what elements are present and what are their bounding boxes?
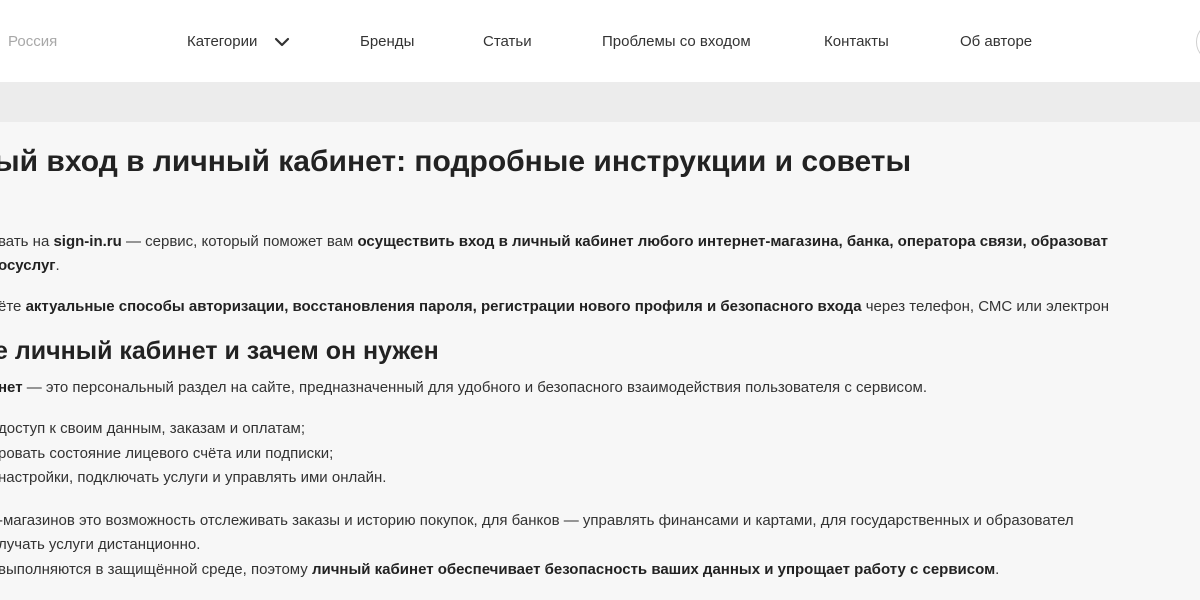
page-title: ый вход в личный кабинет: подробные инст… xyxy=(0,145,912,178)
intro-paragraph-line1: вать на sign-in.ru — сервис, который пом… xyxy=(0,233,1108,250)
text-emphasis: нет xyxy=(0,379,23,396)
text-segment: . xyxy=(55,257,60,274)
nav-categories[interactable]: Категории xyxy=(187,33,257,50)
intro-paragraph-2: ёте актуальные способы авторизации, восс… xyxy=(0,298,1109,315)
site-header: Россия Категории Бренды Статьи Проблемы … xyxy=(0,0,1200,82)
text-segment: ёте xyxy=(0,298,26,315)
text-emphasis: актуальные способы авторизации, восстано… xyxy=(25,298,862,315)
section-heading: е личный кабинет и зачем он нужен xyxy=(0,337,439,365)
security-paragraph: выполняются в защищённой среде, поэтому … xyxy=(0,561,999,578)
text-segment: выполняются в защищённой среде, поэтому xyxy=(0,561,312,578)
text-segment: . xyxy=(995,561,1000,578)
list-item: настройки, подключать услуги и управлять… xyxy=(0,469,387,486)
text-emphasis: личный кабинет обеспечивает безопасность… xyxy=(311,561,996,578)
list-item: доступ к своим данным, заказам и оплатам… xyxy=(0,420,306,437)
text-emphasis: осуслуг xyxy=(0,257,56,274)
nav-contacts[interactable]: Контакты xyxy=(824,33,889,50)
nav-about-author[interactable]: Об авторе xyxy=(960,33,1032,50)
nav-articles[interactable]: Статьи xyxy=(483,33,532,50)
intro-paragraph-line2: осуслуг. xyxy=(0,257,60,274)
region-selector[interactable]: Россия xyxy=(8,33,57,50)
usage-paragraph-line2: лучать услуги дистанционно. xyxy=(0,536,201,553)
text-segment: — это персональный раздел на сайте, пред… xyxy=(22,379,928,396)
text-emphasis: осуществить вход в личный кабинет любого… xyxy=(357,233,1108,250)
breadcrumb-strip xyxy=(0,82,1200,122)
text-segment: через телефон, СМС или электрон xyxy=(861,298,1110,315)
chevron-down-icon[interactable] xyxy=(273,35,291,49)
usage-paragraph-line1: -магазинов это возможность отслеживать з… xyxy=(0,512,1074,529)
site-name: sign-in.ru xyxy=(53,233,122,250)
text-segment: вать на xyxy=(0,233,54,250)
text-segment: — сервис, который поможет вам xyxy=(121,233,358,250)
search-button[interactable] xyxy=(1196,22,1200,62)
nav-login-problems[interactable]: Проблемы со входом xyxy=(602,33,751,50)
list-item: ровать состояние лицевого счёта или подп… xyxy=(0,445,334,462)
nav-brands[interactable]: Бренды xyxy=(360,33,414,50)
definition-paragraph: нет — это персональный раздел на сайте, … xyxy=(0,379,927,396)
